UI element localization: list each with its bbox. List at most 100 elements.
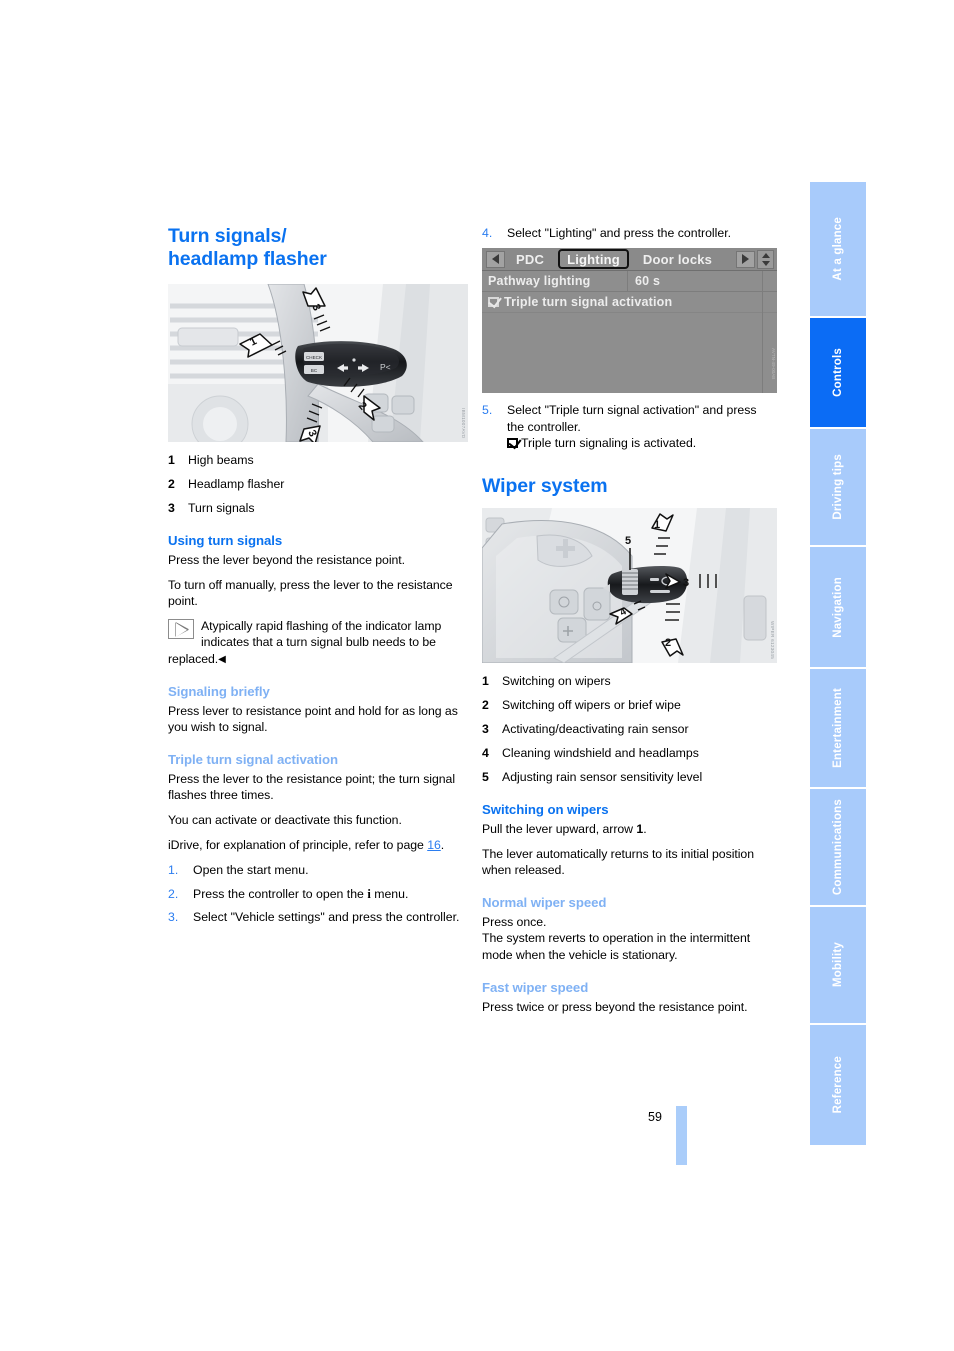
- idrive-row-triple-turn-signal[interactable]: Triple turn signal activation: [482, 292, 777, 314]
- paragraph-page-reference: iDrive, for explanation of principle, re…: [168, 837, 468, 853]
- paragraph-pre: Pull the lever upward, arrow: [482, 822, 637, 837]
- step-text: Press the controller to open the i menu.: [193, 886, 468, 903]
- step-text: Open the start menu.: [193, 863, 309, 878]
- sidebar-tab-controls[interactable]: Controls: [810, 318, 866, 429]
- idrive-row-value: 60 s: [627, 271, 777, 292]
- heading-fast-wiper-speed: Fast wiper speed: [482, 979, 589, 995]
- step-number: 2.: [168, 886, 179, 901]
- idrive-row-key: Pathway lighting: [488, 274, 591, 289]
- reference-period: .: [440, 838, 445, 853]
- page-number: 59: [648, 1110, 662, 1124]
- legend-item: 3 Activating/deactivating rain sensor: [482, 721, 777, 737]
- idrive-screen: PDC Lighting Door locks Pathway lighting…: [482, 248, 777, 394]
- svg-text:2: 2: [665, 637, 671, 649]
- legend-item: 1 Switching on wipers: [482, 673, 777, 689]
- step-number: 5.: [482, 403, 493, 418]
- legend-label: Switching off wipers or brief wipe: [502, 698, 681, 713]
- right-column: 4. Select "Lighting" and press the contr…: [482, 225, 777, 1024]
- play-triangle-icon: [168, 619, 194, 640]
- step-number: 4.: [482, 226, 493, 240]
- sidebar-tab-label: At a glance: [832, 217, 844, 281]
- heading-normal-wiper-speed: Normal wiper speed: [482, 895, 607, 911]
- paragraph: Press twice or press beyond the resistan…: [482, 999, 748, 1014]
- triple-turn-steps: 1. Open the start menu. 2. Press the con…: [168, 862, 468, 925]
- legend-item: 5 Adjusting rain sensor sensitivity leve…: [482, 769, 777, 785]
- sidebar-tab-driving-tips[interactable]: Driving tips: [810, 429, 866, 547]
- idrive-tab-pdc[interactable]: PDC: [505, 252, 555, 267]
- sidebar-tab-reference[interactable]: Reference: [810, 1025, 866, 1145]
- step-text-post: menu.: [370, 886, 409, 901]
- legend-label: Cleaning windshield and headlamps: [502, 745, 699, 760]
- checkbox-checked-icon: [507, 438, 518, 449]
- heading-wiper-system: Wiper system: [482, 475, 608, 498]
- scroll-indicator-icon[interactable]: [757, 249, 774, 269]
- step-item: 5. Select "Triple turn signal activation…: [482, 402, 777, 451]
- left-arrow-icon[interactable]: [486, 250, 505, 268]
- page-16-link[interactable]: 16: [427, 838, 441, 852]
- legend-number: 1: [482, 674, 489, 689]
- note-block: Atypically rapid flashing of the indicat…: [168, 618, 468, 666]
- legend-label: Activating/deactivating rain sensor: [502, 722, 689, 737]
- step-text: Select "Triple turn signal activation" a…: [507, 402, 777, 451]
- svg-text:BC: BC: [311, 368, 318, 373]
- legend-number: 3: [482, 722, 489, 737]
- paragraph: Press once.: [482, 915, 547, 930]
- step-result-text: Triple turn signaling is activated.: [521, 436, 697, 451]
- step-text: Select "Lighting" and press the controll…: [507, 226, 732, 240]
- legend-item: 1 High beams: [168, 452, 468, 468]
- sidebar-tab-label: Driving tips: [832, 454, 844, 520]
- paragraph: Press the lever beyond the resistance po…: [168, 553, 406, 568]
- wiper-legend: 1 Switching on wipers 2 Switching off wi…: [482, 673, 777, 785]
- sidebar-tab-label: Navigation: [832, 576, 844, 638]
- sidebar-tab-navigation[interactable]: Navigation: [810, 547, 866, 669]
- note-text: Atypically rapid flashing of the indicat…: [168, 619, 442, 666]
- right-arrow-icon[interactable]: [736, 250, 755, 268]
- idrive-row-pathway-lighting[interactable]: Pathway lighting 60 s: [482, 271, 777, 293]
- step-number: 1.: [168, 863, 179, 878]
- legend-number: 2: [482, 698, 489, 713]
- page-title: Turn signals/ headlamp flasher: [168, 225, 468, 271]
- page-title-line2: headlamp flasher: [168, 248, 327, 270]
- idrive-tab-bar: PDC Lighting Door locks: [482, 248, 777, 272]
- sidebar-tab-communications[interactable]: Communications: [810, 789, 866, 907]
- idrive-tab-door-locks[interactable]: Door locks: [632, 252, 723, 267]
- legend-item: 2 Headlamp flasher: [168, 476, 468, 492]
- idrive-divider: [762, 271, 763, 394]
- sidebar-tab-mobility[interactable]: Mobility: [810, 907, 866, 1025]
- paragraph: Pull the lever upward, arrow 1.: [482, 821, 777, 837]
- left-column: Turn signals/ headlamp flasher CHECK BC …: [168, 225, 468, 932]
- sidebar-tab-label: Entertainment: [832, 688, 844, 768]
- sidebar-tab-label: Communications: [832, 798, 844, 896]
- checkbox-checked-icon[interactable]: [488, 297, 499, 308]
- manual-page: Turn signals/ headlamp flasher CHECK BC …: [0, 0, 954, 1351]
- svg-text:3: 3: [683, 577, 689, 589]
- legend-label: Adjusting rain sensor sensitivity level: [502, 769, 703, 784]
- sidebar-tab-at-a-glance[interactable]: At a glance: [810, 182, 866, 318]
- step-text: Select "Vehicle settings" and press the …: [193, 910, 460, 925]
- figure-code: WIPER 6123045: [770, 621, 775, 660]
- paragraph: To turn off manually, press the lever to…: [168, 578, 453, 609]
- heading-switching-on-wipers: Switching on wipers: [482, 802, 609, 818]
- legend-number: 3: [168, 500, 175, 515]
- note-endmark: ◀: [218, 653, 226, 665]
- legend-label: Turn signals: [188, 500, 255, 515]
- turn-signal-lever-illustration: CHECK BC P< 1 3 3 2 IBM1007AVD: [168, 284, 468, 442]
- idrive-bar-right-controls: [732, 249, 777, 269]
- step-item: 2. Press the controller to open the i me…: [168, 886, 468, 903]
- svg-text:1: 1: [654, 519, 660, 531]
- paragraph: Press lever to resistance point and hold…: [168, 703, 458, 734]
- sidebar-tab-entertainment[interactable]: Entertainment: [810, 669, 866, 789]
- step-text-pre: Press the controller to open the: [193, 886, 368, 901]
- section-tabs-sidebar: At a glance Controls Driving tips Naviga…: [810, 182, 866, 1145]
- step-item: 3. Select "Vehicle settings" and press t…: [168, 909, 468, 925]
- legend-number: 1: [168, 453, 175, 467]
- idrive-tab-lighting[interactable]: Lighting: [558, 249, 629, 270]
- step-text-main: Select "Triple turn signal activation" a…: [507, 403, 757, 434]
- heading-signaling-briefly: Signaling briefly: [168, 683, 270, 699]
- legend-label: Headlamp flasher: [188, 476, 285, 491]
- turn-signal-legend: 1 High beams 2 Headlamp flasher 3 Turn s…: [168, 452, 468, 516]
- heading-triple-turn-signal-activation: Triple turn signal activation: [168, 751, 339, 767]
- legend-number: 5: [482, 769, 489, 784]
- page-title-line1: Turn signals/: [168, 225, 287, 247]
- step-number: 3.: [168, 910, 179, 925]
